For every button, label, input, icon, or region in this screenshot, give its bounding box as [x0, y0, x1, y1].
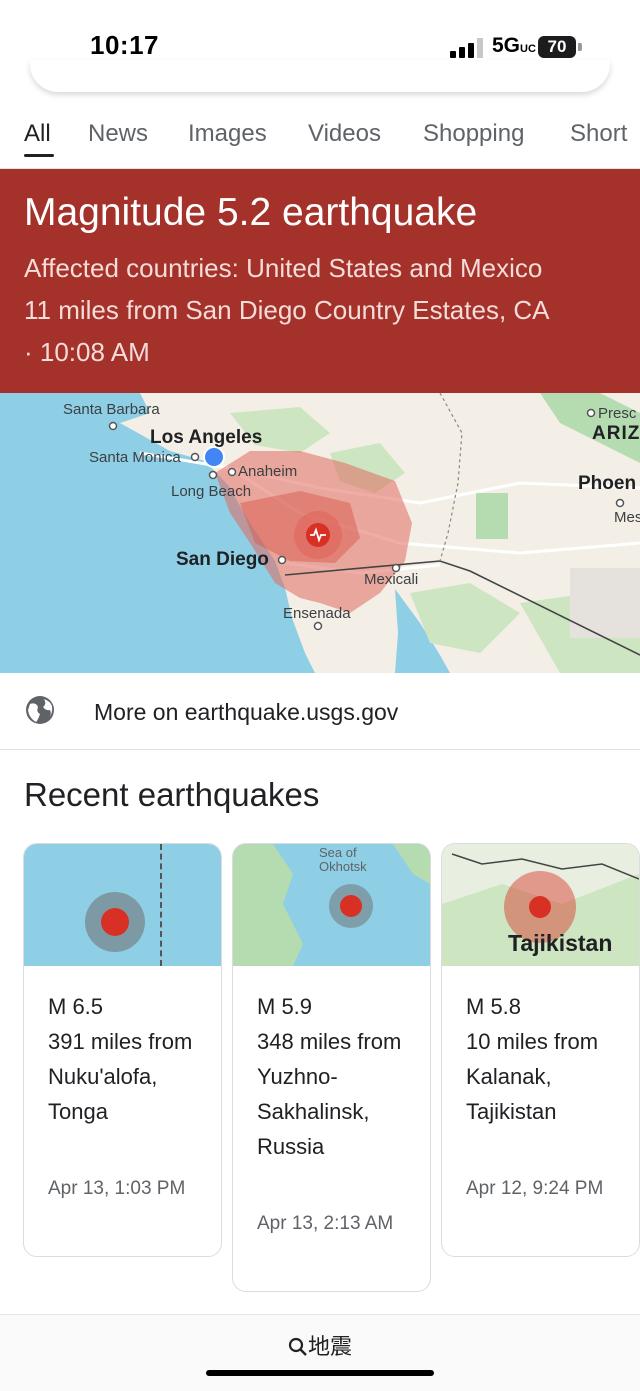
map-canvas	[0, 393, 640, 673]
map-label-phoenix: Phoen	[578, 473, 637, 494]
tab-images[interactable]: Images	[188, 120, 267, 148]
earthquake-time: · 10:08 AM	[24, 337, 150, 367]
card-map-label: Sea of Okhotsk	[319, 845, 367, 874]
map-label-san-diego: San Diego	[176, 549, 269, 570]
card-magnitude: M 6.5	[48, 994, 104, 1019]
tab-all[interactable]: All	[24, 120, 51, 148]
map-label-santa-monica: Santa Monica	[89, 449, 181, 466]
earthquake-card[interactable]: M 6.5 391 miles from Nuku'alofa, Tonga A…	[23, 843, 222, 1257]
map-label-anaheim: Anaheim	[238, 463, 298, 480]
bottom-search-bar[interactable]: 地震	[0, 1314, 640, 1391]
card-map-label: Tajikistan	[508, 930, 613, 956]
home-indicator[interactable]	[206, 1370, 434, 1376]
card-magnitude: M 5.9	[257, 994, 313, 1019]
tab-shopping[interactable]: Shopping	[423, 120, 524, 148]
earthquake-marker-icon	[340, 895, 362, 917]
earthquake-card[interactable]: Sea of Okhotsk M 5.9 348 miles from Yuzh…	[232, 843, 431, 1292]
status-time: 10:17	[90, 30, 159, 60]
dateline	[160, 844, 162, 966]
affected-countries: Affected countries: United States and Me…	[24, 253, 543, 283]
card-magnitude: M 5.8	[466, 994, 522, 1019]
earthquake-card[interactable]: Tajikistan M 5.8 10 miles from Kalanak, …	[441, 843, 640, 1257]
earthquake-marker-icon	[529, 896, 551, 918]
earthquake-card-map	[24, 844, 221, 966]
cellular-signal-icon	[450, 38, 484, 58]
tab-videos[interactable]: Videos	[308, 120, 381, 148]
map-label-mesa: Mes	[614, 509, 640, 526]
map-label-santa-barbara: Santa Barbara	[63, 401, 160, 418]
usgs-link-label: More on earthquake.usgs.gov	[94, 699, 399, 725]
map-label-prescott: Presc	[598, 405, 637, 422]
earthquake-card-map: Sea of Okhotsk	[233, 844, 430, 966]
card-place: 348 miles from Yuzhno-Sakhalinsk, Russia	[257, 1029, 402, 1159]
map-label-ensenada: Ensenada	[283, 605, 351, 622]
map-label-los-angeles: Los Angeles	[150, 427, 263, 448]
usgs-link[interactable]: More on earthquake.usgs.gov	[0, 673, 640, 750]
map-label-arizona: ARIZ	[592, 423, 640, 444]
earthquake-location: 11 miles from San Diego Country Estates,…	[24, 295, 550, 325]
earthquake-card-map: Tajikistan	[442, 844, 639, 966]
card-time: Apr 13, 1:03 PM	[48, 1178, 186, 1199]
battery-icon: 70	[538, 36, 576, 58]
tab-news[interactable]: News	[88, 120, 148, 148]
earthquake-marker-icon	[101, 908, 129, 936]
recent-earthquakes-title: Recent earthquakes	[24, 776, 320, 813]
search-bar[interactable]	[30, 60, 610, 92]
globe-icon	[26, 696, 54, 724]
card-place: 391 miles from Nuku'alofa, Tonga	[48, 1029, 193, 1124]
earthquake-title: Magnitude 5.2 earthquake	[24, 191, 478, 234]
bottom-query[interactable]: 地震	[0, 1329, 640, 1361]
map-label-long-beach: Long Beach	[171, 483, 252, 500]
bottom-query-text: 地震	[307, 1334, 352, 1359]
earthquake-map[interactable]: Santa Barbara Los Angeles Santa Monica A…	[0, 393, 640, 673]
map-label-mexicali: Mexicali	[364, 571, 419, 588]
network-type: 5GUC	[492, 34, 536, 57]
active-tab-indicator	[24, 154, 54, 157]
earthquake-banner[interactable]: Magnitude 5.2 earthquake Affected countr…	[0, 169, 640, 393]
card-time: Apr 13, 2:13 AM	[257, 1213, 394, 1234]
search-tabs: All News Images Videos Shopping Short	[0, 100, 640, 168]
search-icon	[288, 1337, 307, 1356]
battery-tip	[578, 43, 582, 51]
card-time: Apr 12, 9:24 PM	[466, 1178, 604, 1199]
tab-short[interactable]: Short	[570, 120, 627, 148]
card-place: 10 miles from Kalanak, Tajikistan	[466, 1029, 599, 1124]
